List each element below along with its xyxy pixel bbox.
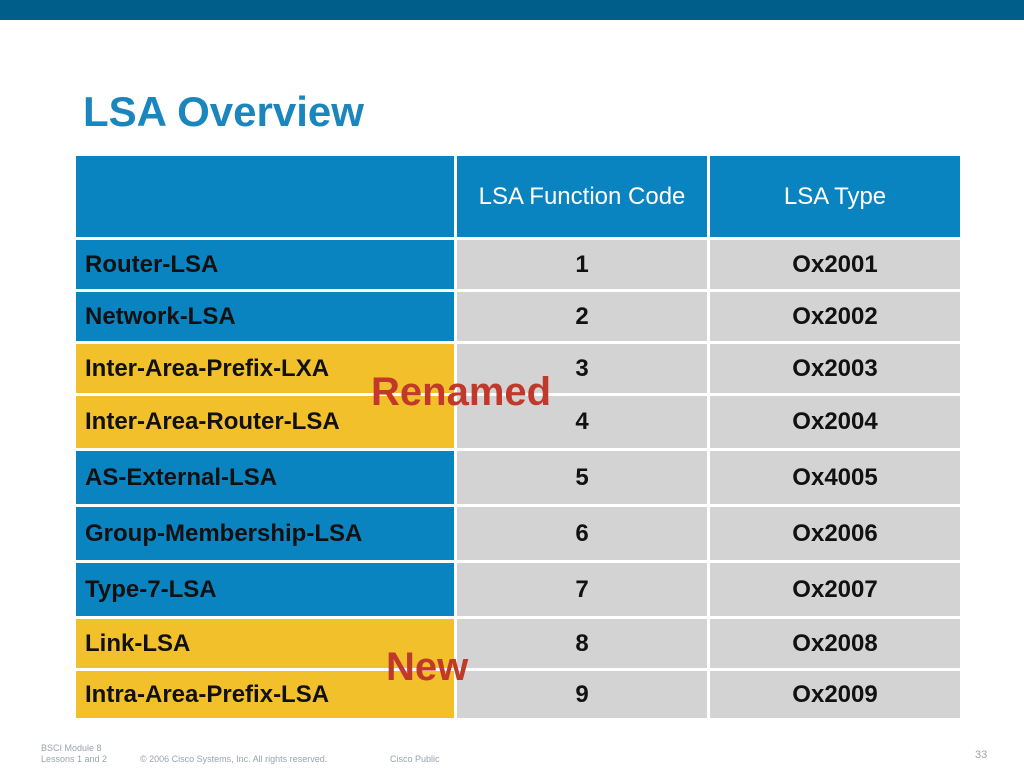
lsa-function-code: 2: [457, 292, 707, 341]
top-banner: [0, 0, 1024, 20]
lsa-type: Ox2006: [710, 507, 960, 560]
lsa-name: AS-External-LSA: [85, 463, 278, 491]
table-row: Link-LSA 8 Ox2008: [76, 619, 960, 668]
lsa-function-code: 6: [457, 507, 707, 560]
slide-title: LSA Overview: [83, 88, 364, 135]
lsa-name: Inter-Area-Router-LSA: [85, 408, 340, 435]
lsa-table: LSA Function Code LSA Type Router-LSA 1 Ox…: [73, 153, 963, 721]
table-header-row: LSA Function Code LSA Type: [76, 156, 960, 237]
lsa-name: Link-LSA: [85, 629, 191, 657]
page-number: 33: [975, 749, 988, 761]
table-row: Group-Membership-LSA 6 Ox2006: [76, 507, 960, 560]
header-lsa-type: LSA Type: [710, 156, 960, 237]
header-empty-cell: [76, 156, 454, 237]
lsa-name: Group-Membership-LSA: [85, 519, 363, 547]
renamed-annotation: Renamed: [371, 370, 552, 414]
footer-module-line2: Lessons 1 and 2: [41, 754, 108, 764]
lsa-type: Ox2009: [710, 671, 960, 718]
table-row: Router-LSA 1 Ox2001: [76, 240, 960, 289]
lsa-name: Type-7-LSA: [85, 575, 217, 603]
table-row: Network-LSA 2 Ox2002: [76, 292, 960, 341]
lsa-name: Inter-Area-Prefix-LXA: [85, 354, 330, 382]
footer-copyright: © 2006 Cisco Systems, Inc. All rights re…: [140, 754, 328, 764]
lsa-function-code: 5: [457, 451, 707, 504]
lsa-name: Intra-Area-Prefix-LSA: [85, 680, 330, 708]
lsa-type: Ox2003: [710, 344, 960, 393]
new-annotation: New: [386, 645, 469, 689]
footer-classification: Cisco Public: [390, 754, 440, 764]
header-function-code: LSA Function Code: [457, 156, 707, 237]
footer-module: BSCI Module 8 Lessons 1 and 2: [41, 743, 107, 765]
lsa-name: Network-LSA: [85, 302, 236, 330]
lsa-name-cell: Network-LSA: [76, 292, 454, 341]
lsa-name-cell: AS-External-LSA: [76, 451, 454, 504]
table-row: AS-External-LSA 5 Ox4005: [76, 451, 960, 504]
table-row: Type-7-LSA 7 Ox2007: [76, 563, 960, 616]
footer-module-line1: BSCI Module 8: [41, 743, 102, 753]
lsa-name-cell: Router-LSA: [76, 240, 454, 289]
lsa-type: Ox2007: [710, 563, 960, 616]
lsa-name: Router-LSA: [85, 250, 219, 278]
lsa-name-cell: Group-Membership-LSA: [76, 507, 454, 560]
lsa-type: Ox2001: [710, 240, 960, 289]
lsa-function-code: 7: [457, 563, 707, 616]
lsa-function-code: 8: [457, 619, 707, 668]
lsa-function-code: 1: [457, 240, 707, 289]
lsa-type: Ox2002: [710, 292, 960, 341]
lsa-function-code: 9: [457, 671, 707, 718]
lsa-type: Ox2004: [710, 396, 960, 448]
lsa-name-cell: Type-7-LSA: [76, 563, 454, 616]
lsa-type: Ox4005: [710, 451, 960, 504]
table-row: Intra-Area-Prefix-LSA 9 Ox2009: [76, 671, 960, 718]
lsa-type: Ox2008: [710, 619, 960, 668]
